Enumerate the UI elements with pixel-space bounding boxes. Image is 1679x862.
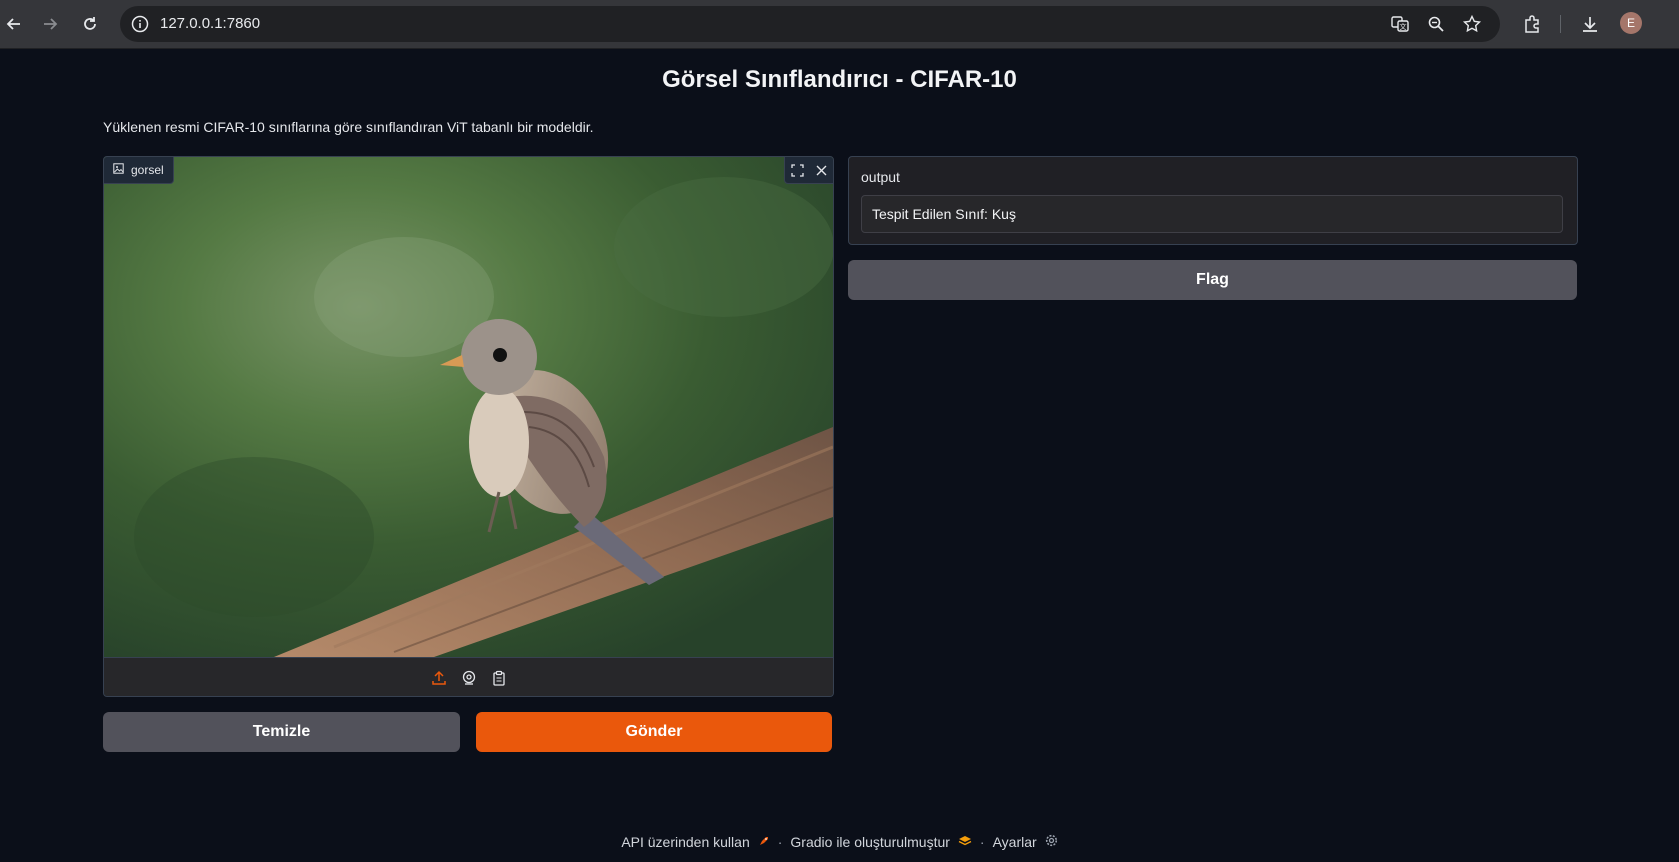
- gear-icon[interactable]: [1045, 834, 1058, 850]
- url-text: 127.0.0.1:7860: [160, 15, 261, 32]
- info-icon[interactable]: [130, 14, 150, 34]
- address-bar[interactable]: 127.0.0.1:7860 文: [120, 6, 1500, 42]
- forward-icon[interactable]: [36, 10, 64, 38]
- star-icon[interactable]: [1462, 14, 1482, 34]
- footer-separator: ·: [979, 834, 985, 850]
- gradio-link[interactable]: Gradio ile oluşturulmuştur: [790, 834, 950, 850]
- download-icon[interactable]: [1576, 10, 1604, 38]
- bird-photo: [104, 157, 833, 657]
- image-source-bar: [104, 657, 833, 696]
- clear-button[interactable]: Temizle: [103, 712, 460, 752]
- footer-separator: ·: [777, 834, 783, 850]
- extensions-icon[interactable]: [1518, 10, 1546, 38]
- output-panel: output Tespit Edilen Sınıf: Kuş: [848, 156, 1578, 245]
- svg-text:文: 文: [1400, 22, 1407, 31]
- close-icon[interactable]: [809, 157, 833, 183]
- image-icon: [113, 163, 124, 177]
- toolbar-divider: [1560, 15, 1561, 33]
- output-textbox[interactable]: Tespit Edilen Sınıf: Kuş: [861, 195, 1563, 233]
- page-title: Görsel Sınıflandırıcı - CIFAR-10: [662, 66, 1017, 93]
- rocket-icon: [758, 834, 770, 850]
- submit-button[interactable]: Gönder: [476, 712, 832, 752]
- profile-avatar[interactable]: E: [1620, 12, 1642, 34]
- image-input-label: gorsel: [104, 157, 174, 184]
- zoom-icon[interactable]: [1426, 14, 1446, 34]
- image-tools: [784, 157, 833, 184]
- settings-link[interactable]: Ayarlar: [993, 834, 1037, 850]
- translate-icon[interactable]: 文: [1390, 14, 1410, 34]
- reload-icon[interactable]: [76, 10, 104, 38]
- image-label-text: gorsel: [131, 163, 164, 177]
- browser-toolbar: 127.0.0.1:7860 文 E: [0, 0, 1679, 49]
- api-link[interactable]: API üzerinden kullan: [621, 834, 749, 850]
- flag-button[interactable]: Flag: [848, 260, 1577, 300]
- clipboard-icon[interactable]: [489, 668, 509, 688]
- image-input-panel: gorsel: [103, 156, 834, 697]
- uploaded-image[interactable]: gorsel: [104, 157, 833, 657]
- upload-icon[interactable]: [429, 668, 449, 688]
- webcam-icon[interactable]: [459, 668, 479, 688]
- fullscreen-icon[interactable]: [785, 157, 809, 183]
- gradio-logo-icon: [958, 834, 972, 850]
- footer: API üzerinden kullan · Gradio ile oluştu…: [0, 834, 1679, 850]
- output-label: output: [861, 169, 900, 185]
- page-description: Yüklenen resmi CIFAR-10 sınıflarına göre…: [103, 119, 594, 135]
- back-icon[interactable]: [0, 10, 28, 38]
